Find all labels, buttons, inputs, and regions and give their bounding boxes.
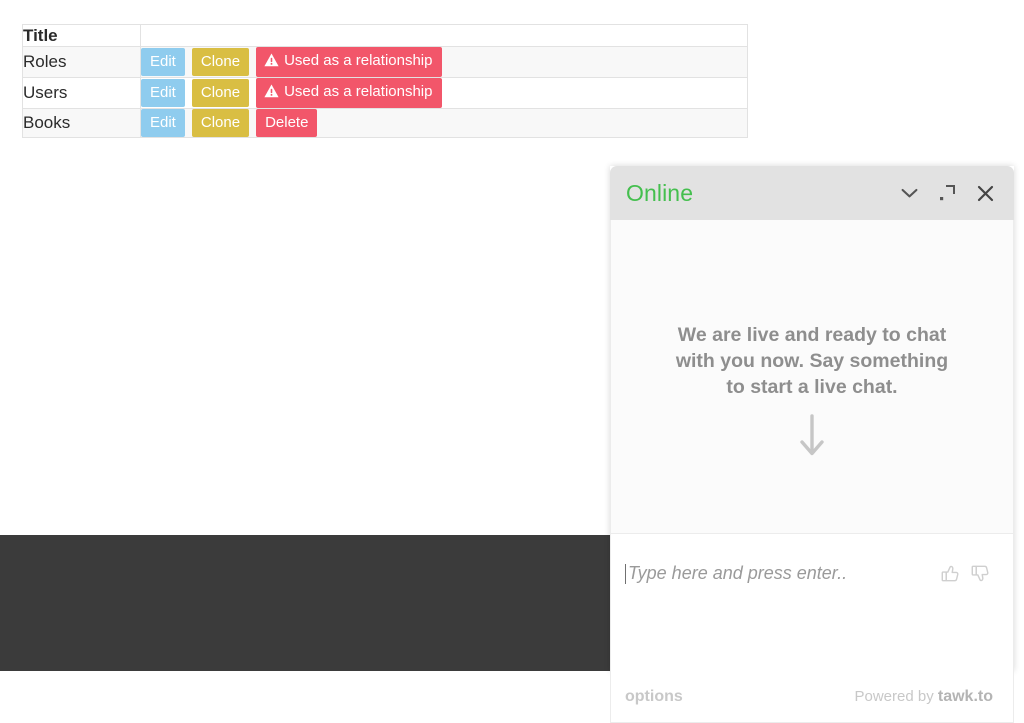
chat-footer: options Powered by tawk.to bbox=[610, 613, 1014, 723]
chat-message-input[interactable] bbox=[628, 563, 930, 584]
page-dark-footer-bar bbox=[0, 535, 610, 671]
row-actions: Edit Clone Used as a relationship bbox=[140, 77, 748, 109]
row-actions: Edit Clone Delete bbox=[140, 108, 748, 138]
text-caret bbox=[625, 563, 626, 584]
expand-icon[interactable] bbox=[936, 182, 958, 204]
clone-button[interactable]: Clone bbox=[191, 48, 250, 76]
clone-button[interactable]: Clone bbox=[191, 79, 250, 107]
data-table-container: Title Roles Edit Clone Used as a relations… bbox=[22, 24, 748, 138]
close-icon[interactable] bbox=[974, 182, 996, 204]
row-title: Users bbox=[22, 77, 141, 109]
row-actions: Edit Clone Used as a relationship bbox=[140, 46, 748, 78]
table-head: Title bbox=[22, 24, 748, 47]
powered-by-brand: tawk.to bbox=[937, 688, 993, 705]
powered-by-label: Powered by tawk.to bbox=[854, 688, 993, 706]
chat-message-area: We are live and ready to chat with you n… bbox=[610, 220, 1014, 533]
chat-intro-prompt: We are live and ready to chat with you n… bbox=[675, 324, 949, 398]
chat-header: Online bbox=[610, 166, 1014, 220]
used-as-relationship-button[interactable]: Used as a relationship bbox=[256, 47, 443, 77]
thumbs-down-icon[interactable] bbox=[970, 563, 991, 584]
used-as-relationship-label: Used as a relationship bbox=[284, 52, 433, 69]
warning-triangle-icon bbox=[264, 53, 279, 70]
table-row: Roles Edit Clone Used as a relationship bbox=[22, 46, 748, 78]
arrow-down-icon bbox=[797, 414, 827, 463]
column-header-actions bbox=[140, 24, 748, 47]
edit-button[interactable]: Edit bbox=[141, 109, 185, 137]
warning-triangle-icon bbox=[264, 84, 279, 101]
edit-button[interactable]: Edit bbox=[141, 79, 185, 107]
chat-input-area bbox=[610, 533, 1014, 613]
data-table: Title Roles Edit Clone Used as a relations… bbox=[22, 24, 748, 138]
clone-button[interactable]: Clone bbox=[191, 109, 250, 137]
page-root: Title Roles Edit Clone Used as a relations… bbox=[0, 0, 1024, 723]
table-row: Users Edit Clone Used as a relationship bbox=[22, 77, 748, 109]
chat-header-icon-group bbox=[898, 182, 996, 204]
row-title: Books bbox=[22, 108, 141, 138]
used-as-relationship-button[interactable]: Used as a relationship bbox=[256, 78, 443, 108]
thumbs-up-icon[interactable] bbox=[940, 563, 961, 584]
tawk-chat-widget: Online We are live and ready to chat wit… bbox=[610, 166, 1014, 723]
chevron-down-icon[interactable] bbox=[898, 182, 920, 204]
row-title: Roles bbox=[22, 46, 141, 78]
edit-button[interactable]: Edit bbox=[141, 48, 185, 76]
powered-by-prefix: Powered by bbox=[854, 688, 938, 705]
used-as-relationship-label: Used as a relationship bbox=[284, 83, 433, 100]
chat-options-link[interactable]: options bbox=[625, 688, 683, 706]
column-header-title: Title bbox=[22, 24, 141, 47]
chat-rating-icons bbox=[940, 563, 991, 584]
table-row: Books Edit Clone Delete bbox=[22, 108, 748, 138]
delete-button[interactable]: Delete bbox=[256, 109, 318, 137]
chat-status-label: Online bbox=[626, 179, 694, 206]
table-header-row: Title bbox=[22, 24, 748, 47]
table-body: Roles Edit Clone Used as a relationship Us… bbox=[22, 46, 748, 138]
